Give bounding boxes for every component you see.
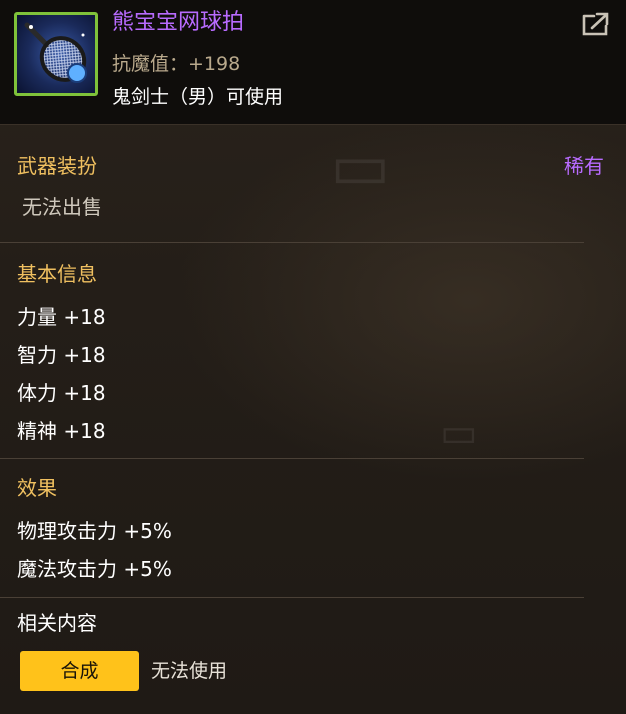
effect-magic-attack: 魔法攻击力 +5% bbox=[17, 557, 172, 581]
stat-strength: 力量 +18 bbox=[17, 305, 106, 329]
tooltip-header: 熊宝宝网球拍 抗魔值：+198 鬼剑士（男）可使用 bbox=[0, 0, 626, 125]
synthesize-button[interactable]: 合成 bbox=[20, 651, 139, 691]
cannot-use-status: 无法使用 bbox=[151, 660, 228, 682]
sell-status: 无法出售 bbox=[22, 195, 102, 219]
effect-physical-attack: 物理攻击力 +5% bbox=[17, 519, 172, 543]
stat-intelligence: 智力 +18 bbox=[17, 343, 106, 367]
share-export-icon bbox=[582, 12, 609, 36]
effects-title: 效果 bbox=[17, 476, 57, 500]
section-divider bbox=[0, 597, 584, 598]
anti-magic-value: 抗魔值：+198 bbox=[112, 53, 241, 75]
rarity-label: 稀有 bbox=[564, 154, 604, 178]
share-button[interactable] bbox=[580, 10, 612, 38]
category-title: 武器装扮 bbox=[17, 154, 97, 178]
stat-spirit: 精神 +18 bbox=[17, 419, 106, 443]
basic-info-title: 基本信息 bbox=[17, 262, 97, 286]
item-name: 熊宝宝网球拍 bbox=[112, 10, 245, 35]
tennis-racket-icon bbox=[14, 12, 98, 96]
section-divider bbox=[0, 458, 584, 459]
background-artwork: ▭ ▭ bbox=[330, 130, 478, 456]
usable-by-class: 鬼剑士（男）可使用 bbox=[112, 86, 284, 108]
related-title: 相关内容 bbox=[17, 611, 97, 635]
section-divider bbox=[0, 242, 584, 243]
stat-vitality: 体力 +18 bbox=[17, 381, 106, 405]
item-tooltip: ▭ ▭ 熊宝宝网球拍 抗魔值：+198 鬼剑士（男）可使用 武器装扮 稀有 无法… bbox=[0, 0, 626, 714]
